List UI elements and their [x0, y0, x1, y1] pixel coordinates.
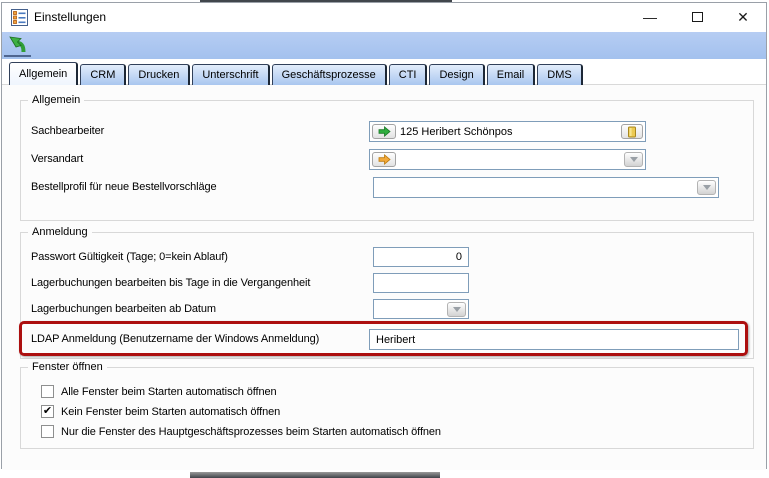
- background-window-sliver-bottom: [190, 472, 440, 478]
- window-title: Einstellungen: [34, 10, 106, 24]
- ldap-anmeldung-value[interactable]: Heribert: [372, 334, 736, 346]
- alle-fenster-checkbox[interactable]: [41, 385, 54, 398]
- toolbar: [2, 32, 766, 59]
- maximize-button[interactable]: [679, 5, 715, 29]
- checkbox-row-kein-fenster: ✔ Kein Fenster beim Starten automatisch …: [41, 405, 280, 418]
- kein-fenster-label: Kein Fenster beim Starten automatisch öf…: [61, 406, 280, 418]
- nur-hauptprozess-checkbox[interactable]: [41, 425, 54, 438]
- orange-arrow-icon: [378, 154, 391, 165]
- tab-geschaeftsprozesse[interactable]: Geschäftsprozesse: [272, 64, 387, 85]
- tab-design[interactable]: Design: [429, 64, 484, 85]
- sachbearbeiter-label: Sachbearbeiter: [31, 125, 104, 137]
- minimize-button[interactable]: —: [632, 5, 668, 29]
- tab-unterschrift[interactable]: Unterschrift: [192, 64, 269, 85]
- tab-strip: Allgemein CRM Drucken Unterschrift Gesch…: [2, 62, 766, 85]
- jump-back-button[interactable]: [4, 34, 31, 57]
- lagerbuchungen-datum-field[interactable]: [373, 299, 469, 319]
- checkbox-row-nur-hauptprozess: Nur die Fenster des Hauptgeschäftsprozes…: [41, 425, 441, 438]
- tab-cti[interactable]: CTI: [389, 64, 428, 85]
- maximize-icon: [692, 12, 703, 22]
- sachbearbeiter-field[interactable]: 125 Heribert Schönpos: [369, 121, 646, 142]
- sachbearbeiter-open-button[interactable]: [621, 124, 643, 139]
- versandart-dropdown-button[interactable]: [624, 152, 643, 167]
- lagerbuchungen-tage-label: Lagerbuchungen bearbeiten bis Tage in di…: [31, 277, 310, 289]
- checkmark-icon: ✔: [43, 406, 52, 417]
- tab-email[interactable]: Email: [487, 64, 536, 85]
- folder-icon: [627, 126, 638, 138]
- group-allgemein-title: Allgemein: [28, 94, 84, 106]
- versandart-lookup-button[interactable]: [372, 152, 396, 167]
- dropdown-icon: [630, 157, 638, 162]
- close-icon: ✕: [737, 9, 749, 26]
- green-arrow-icon: [378, 126, 391, 137]
- lagerbuchungen-datum-label: Lagerbuchungen bearbeiten ab Datum: [31, 303, 216, 315]
- group-anmeldung-title: Anmeldung: [28, 226, 92, 238]
- passwort-gueltigkeit-value[interactable]: 0: [376, 251, 466, 263]
- dropdown-icon: [703, 185, 711, 190]
- kein-fenster-checkbox[interactable]: ✔: [41, 405, 54, 418]
- tab-drucken[interactable]: Drucken: [128, 64, 190, 85]
- lagerbuchungen-tage-field[interactable]: [373, 273, 469, 293]
- settings-list-icon: [11, 9, 28, 26]
- close-button[interactable]: ✕: [725, 5, 761, 29]
- settings-dialog: Einstellungen — ✕ Allgemein CRM Drucken …: [1, 2, 767, 469]
- bestellprofil-label: Bestellprofil für neue Bestellvorschläge: [31, 181, 217, 193]
- datum-dropdown-button[interactable]: [447, 302, 466, 317]
- checkbox-row-alle-fenster: Alle Fenster beim Starten automatisch öf…: [41, 385, 277, 398]
- minimize-icon: —: [643, 9, 657, 25]
- sachbearbeiter-lookup-button[interactable]: [372, 124, 396, 139]
- versandart-field[interactable]: [369, 149, 646, 170]
- tab-allgemein[interactable]: Allgemein: [9, 62, 78, 85]
- alle-fenster-label: Alle Fenster beim Starten automatisch öf…: [61, 386, 277, 398]
- title-bar: Einstellungen — ✕: [2, 3, 766, 32]
- tab-dms[interactable]: DMS: [537, 64, 582, 85]
- bestellprofil-field[interactable]: [373, 177, 719, 198]
- tab-crm[interactable]: CRM: [80, 64, 126, 85]
- green-jump-back-arrow-icon: [8, 35, 28, 54]
- nur-hauptprozess-label: Nur die Fenster des Hauptgeschäftsprozes…: [61, 426, 441, 438]
- versandart-label: Versandart: [31, 153, 83, 165]
- group-fenster-title: Fenster öffnen: [28, 361, 107, 373]
- ldap-anmeldung-field[interactable]: Heribert: [369, 329, 739, 350]
- passwort-gueltigkeit-field[interactable]: 0: [373, 247, 469, 267]
- bestellprofil-dropdown-button[interactable]: [697, 180, 716, 195]
- dropdown-icon: [453, 307, 461, 312]
- passwort-gueltigkeit-label: Passwort Gültigkeit (Tage; 0=kein Ablauf…: [31, 251, 228, 263]
- sachbearbeiter-value[interactable]: 125 Heribert Schönpos: [396, 126, 621, 138]
- ldap-anmeldung-label: LDAP Anmeldung (Benutzername der Windows…: [31, 333, 319, 345]
